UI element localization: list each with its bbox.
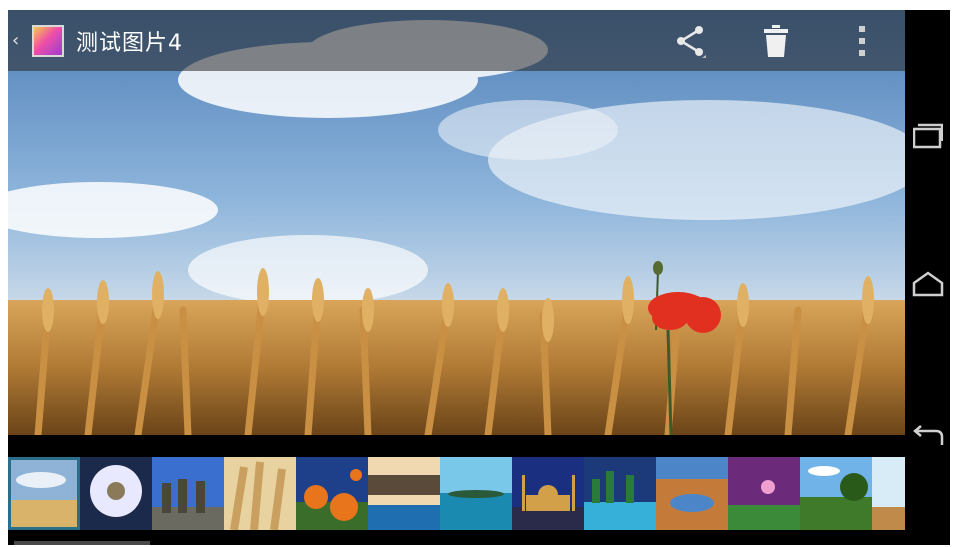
- thumbnail[interactable]: [584, 457, 656, 530]
- thumbnail[interactable]: [80, 457, 152, 530]
- gallery-app-icon: [32, 24, 64, 57]
- desert-lake-thumbnail-icon: [656, 457, 728, 530]
- action-buttons: [647, 10, 905, 71]
- thumbnail[interactable]: [728, 457, 800, 530]
- delete-button[interactable]: [733, 10, 819, 71]
- wheat-closeup-thumbnail-icon: [224, 457, 296, 530]
- thumbnail[interactable]: [440, 457, 512, 530]
- wheat-field-with-poppy-icon: [8, 10, 905, 435]
- thumbnail[interactable]: [368, 457, 440, 530]
- thumbnail[interactable]: [224, 457, 296, 530]
- resort-pool-thumbnail-icon: [368, 457, 440, 530]
- bright-sky-thumbnail-icon: [872, 457, 905, 530]
- share-icon: [677, 25, 706, 58]
- home-button[interactable]: [905, 254, 950, 314]
- thumbnail[interactable]: [296, 457, 368, 530]
- thumbnail[interactable]: [152, 457, 224, 530]
- chevron-left-icon: ‹: [12, 30, 20, 51]
- action-bar: ‹ 测试图片4: [8, 10, 905, 71]
- thumbnail[interactable]: [872, 457, 905, 530]
- home-icon: [912, 271, 943, 297]
- tropical-sea-thumbnail-icon: [440, 457, 512, 530]
- filmstrip: [8, 457, 905, 530]
- stone-statues-thumbnail-icon: [152, 457, 224, 530]
- up-navigation-button[interactable]: ‹ 测试图片4: [8, 10, 191, 71]
- thumbnail[interactable]: [512, 457, 584, 530]
- system-navigation-bar: [905, 10, 950, 545]
- thumbnail[interactable]: [656, 457, 728, 530]
- page-title: 测试图片4: [76, 30, 183, 56]
- more-vertical-icon: [859, 25, 865, 56]
- orange-poppies-thumbnail-icon: [296, 457, 368, 530]
- recent-apps-icon: [912, 123, 943, 149]
- coast-tree-thumbnail-icon: [800, 457, 872, 530]
- device-screen: ‹ 测试图片4: [8, 10, 950, 545]
- filmstrip-scroll-indicator: [14, 541, 150, 545]
- wheat-sky-thumbnail-icon: [11, 460, 77, 527]
- share-button[interactable]: [647, 10, 733, 71]
- purple-sunset-thumbnail-icon: [728, 457, 800, 530]
- overflow-menu-button[interactable]: [819, 10, 905, 71]
- mosque-night-thumbnail-icon: [512, 457, 584, 530]
- trash-icon: [764, 24, 788, 57]
- recent-apps-button[interactable]: [905, 106, 950, 166]
- main-photo[interactable]: [8, 10, 905, 435]
- white-flower-thumbnail-icon: [80, 457, 152, 530]
- thumbnail[interactable]: [8, 457, 80, 530]
- back-icon: [912, 425, 943, 445]
- thumbnail[interactable]: [800, 457, 872, 530]
- back-button[interactable]: [905, 406, 950, 466]
- city-lights-thumbnail-icon: [584, 457, 656, 530]
